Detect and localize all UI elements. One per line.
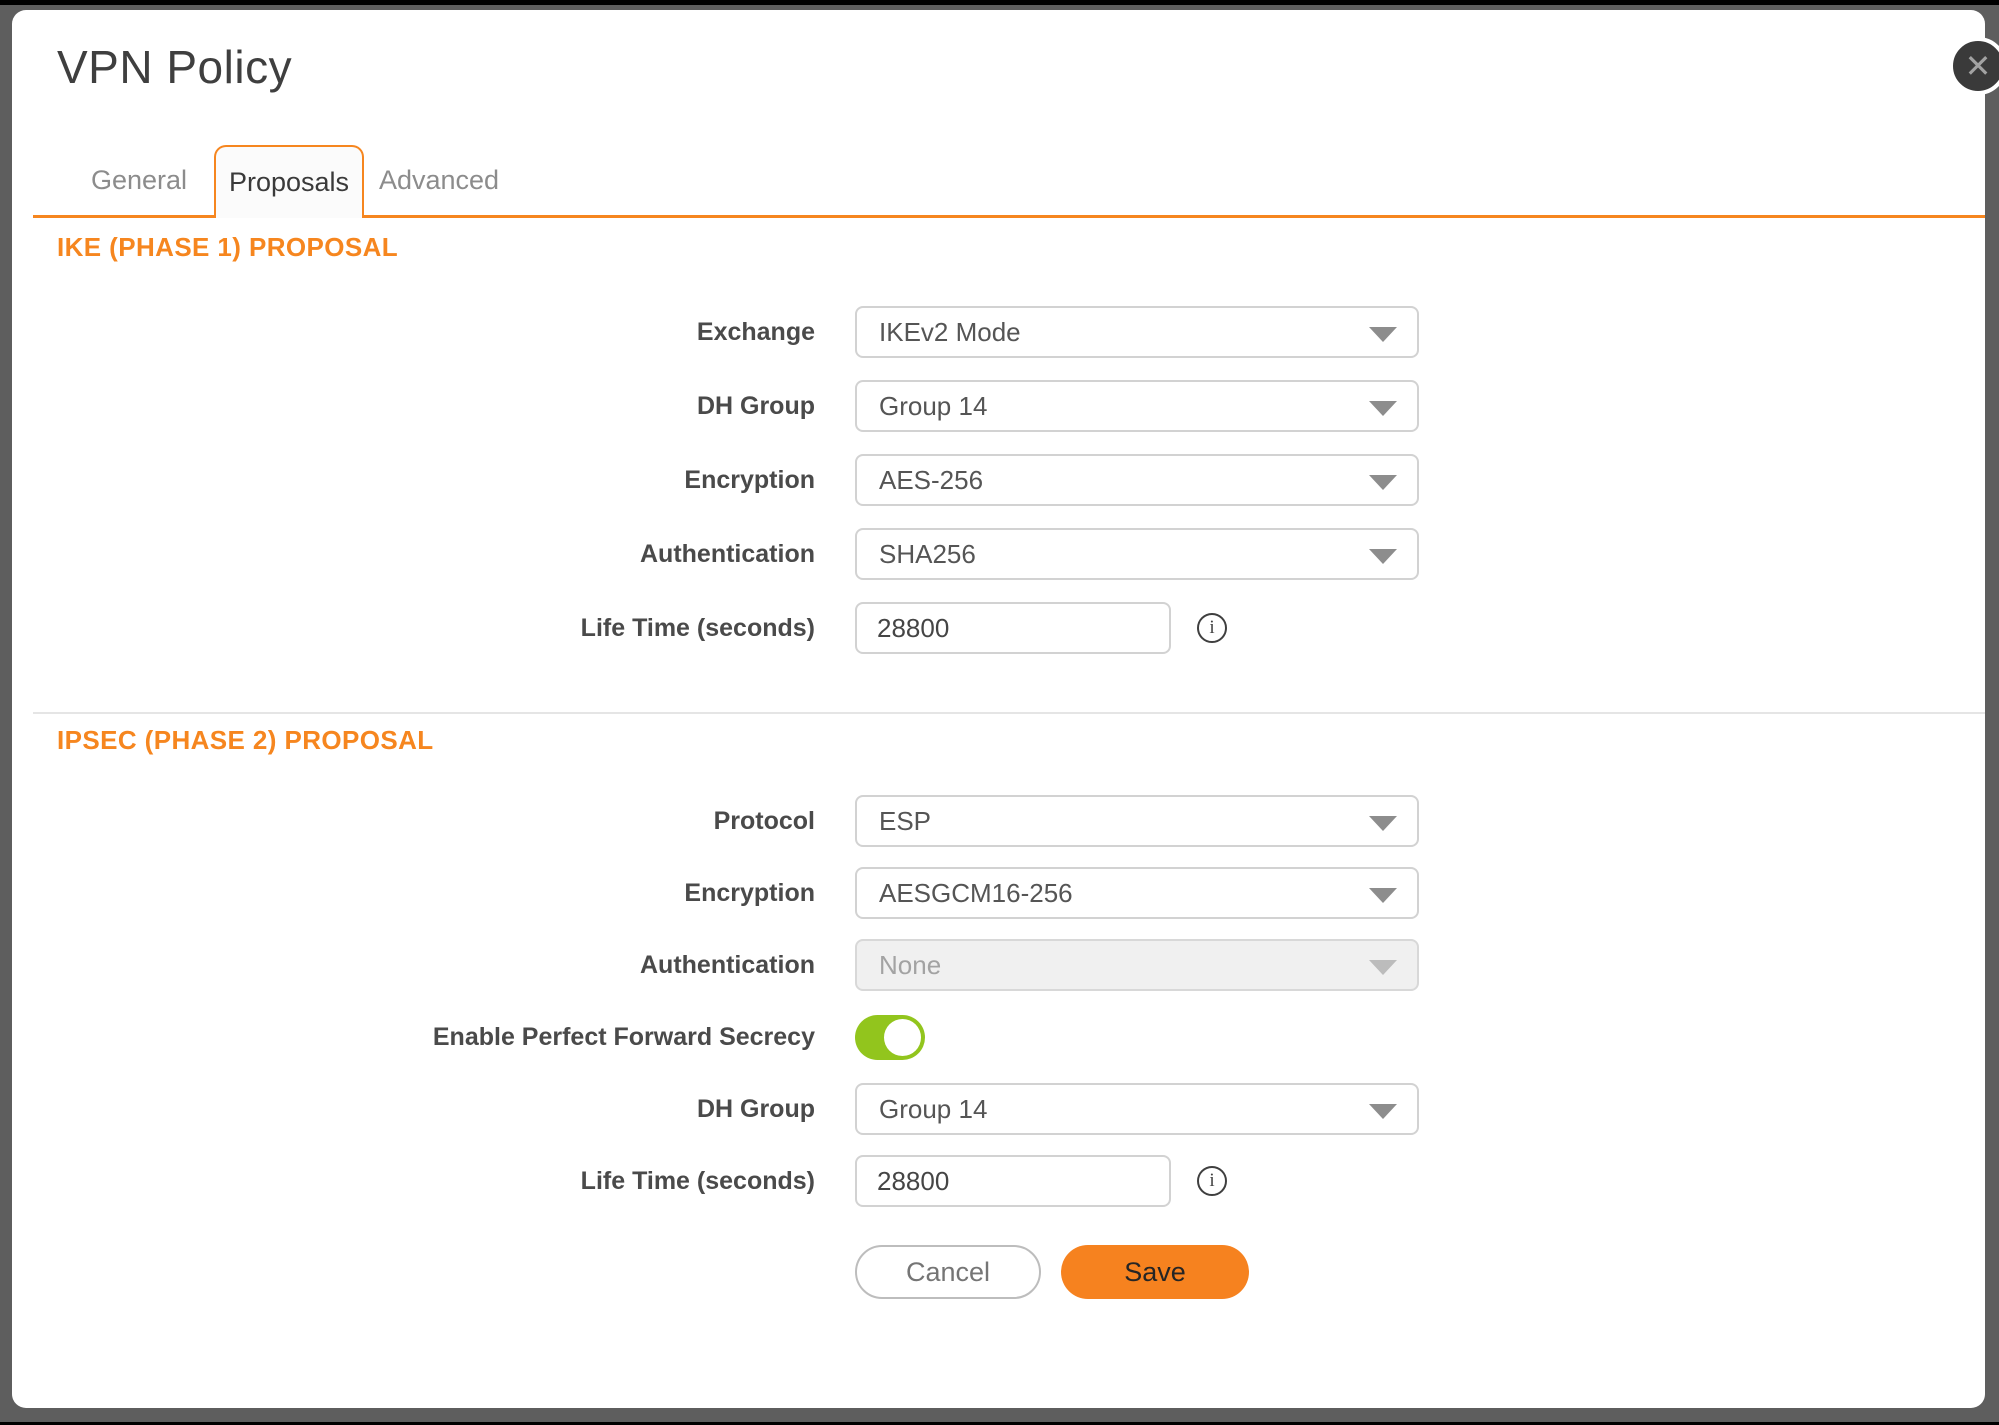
ike-section-heading: IKE (PHASE 1) PROPOSAL: [57, 232, 1952, 262]
ipsec-dh-group-row: DH Group Group 14: [57, 1073, 1952, 1145]
close-icon[interactable]: ✕: [1949, 37, 1999, 95]
ipsec-section-rows: Protocol ESP Encryption AESGCM16-256: [57, 785, 1952, 1217]
ike-authentication-select-value: SHA256: [879, 539, 976, 570]
ipsec-encryption-select-value: AESGCM16-256: [879, 878, 1073, 909]
ipsec-dh-group-select[interactable]: Group 14: [855, 1083, 1419, 1135]
ike-encryption-label: Encryption: [57, 466, 815, 495]
ike-encryption-select-value: AES-256: [879, 465, 983, 496]
tab-advanced[interactable]: Advanced: [364, 145, 514, 215]
page-title: VPN Policy: [57, 38, 1985, 96]
ipsec-life-time-input[interactable]: [855, 1155, 1171, 1207]
chevron-down-icon: [1369, 1104, 1397, 1119]
info-icon[interactable]: i: [1197, 1166, 1227, 1196]
ipsec-dh-group-label: DH Group: [57, 1095, 815, 1124]
vpn-policy-modal-screen: VPN Policy General Proposals Advanced IK…: [0, 0, 1999, 1425]
ipsec-section-heading: IPSEC (PHASE 2) PROPOSAL: [57, 725, 1952, 755]
ike-section-rows: Exchange IKEv2 Mode DH Group Group 14: [57, 295, 1952, 665]
ike-dh-group-label: DH Group: [57, 392, 815, 421]
ike-dh-group-select-value: Group 14: [879, 391, 987, 422]
exchange-select[interactable]: IKEv2 Mode: [855, 306, 1419, 358]
section-divider: [33, 712, 1985, 714]
ipsec-encryption-select[interactable]: AESGCM16-256: [855, 867, 1419, 919]
chevron-down-icon: [1369, 960, 1397, 975]
dialog-footer: Cancel Save: [855, 1245, 1952, 1299]
chevron-down-icon: [1369, 888, 1397, 903]
tab-general[interactable]: General: [64, 145, 214, 215]
tab-bar: General Proposals Advanced: [33, 145, 1985, 218]
ipsec-dh-group-select-value: Group 14: [879, 1094, 987, 1125]
ike-authentication-row: Authentication SHA256: [57, 517, 1952, 591]
ipsec-authentication-row: Authentication None: [57, 929, 1952, 1001]
chevron-down-icon: [1369, 327, 1397, 342]
save-button[interactable]: Save: [1061, 1245, 1249, 1299]
pfs-row: Enable Perfect Forward Secrecy: [57, 1001, 1952, 1073]
exchange-label: Exchange: [57, 318, 815, 347]
ike-dh-group-row: DH Group Group 14: [57, 369, 1952, 443]
tab-content: IKE (PHASE 1) PROPOSAL Exchange IKEv2 Mo…: [12, 232, 1985, 1299]
protocol-label: Protocol: [57, 807, 815, 836]
ike-dh-group-select[interactable]: Group 14: [855, 380, 1419, 432]
info-icon[interactable]: i: [1197, 613, 1227, 643]
pfs-toggle[interactable]: [855, 1015, 925, 1060]
ipsec-encryption-row: Encryption AESGCM16-256: [57, 857, 1952, 929]
ike-encryption-row: Encryption AES-256: [57, 443, 1952, 517]
pfs-label: Enable Perfect Forward Secrecy: [57, 1023, 815, 1052]
ike-life-time-label: Life Time (seconds): [57, 614, 815, 643]
vpn-policy-dialog: VPN Policy General Proposals Advanced IK…: [12, 10, 1985, 1408]
chevron-down-icon: [1369, 401, 1397, 416]
ipsec-life-time-label: Life Time (seconds): [57, 1167, 815, 1196]
ike-encryption-select[interactable]: AES-256: [855, 454, 1419, 506]
ipsec-authentication-select-value: None: [879, 950, 941, 981]
ipsec-encryption-label: Encryption: [57, 879, 815, 908]
exchange-row: Exchange IKEv2 Mode: [57, 295, 1952, 369]
chevron-down-icon: [1369, 816, 1397, 831]
protocol-select-value: ESP: [879, 806, 931, 837]
protocol-select[interactable]: ESP: [855, 795, 1419, 847]
ike-life-time-row: Life Time (seconds) i: [57, 591, 1952, 665]
ike-authentication-select[interactable]: SHA256: [855, 528, 1419, 580]
protocol-row: Protocol ESP: [57, 785, 1952, 857]
ike-life-time-input[interactable]: [855, 602, 1171, 654]
cancel-button[interactable]: Cancel: [855, 1245, 1041, 1299]
chevron-down-icon: [1369, 475, 1397, 490]
pfs-toggle-knob: [884, 1019, 921, 1056]
ipsec-life-time-row: Life Time (seconds) i: [57, 1145, 1952, 1217]
ike-authentication-label: Authentication: [57, 540, 815, 569]
ipsec-authentication-label: Authentication: [57, 951, 815, 980]
ipsec-authentication-select: None: [855, 939, 1419, 991]
exchange-select-value: IKEv2 Mode: [879, 317, 1021, 348]
tab-proposals[interactable]: Proposals: [214, 145, 364, 218]
chevron-down-icon: [1369, 549, 1397, 564]
